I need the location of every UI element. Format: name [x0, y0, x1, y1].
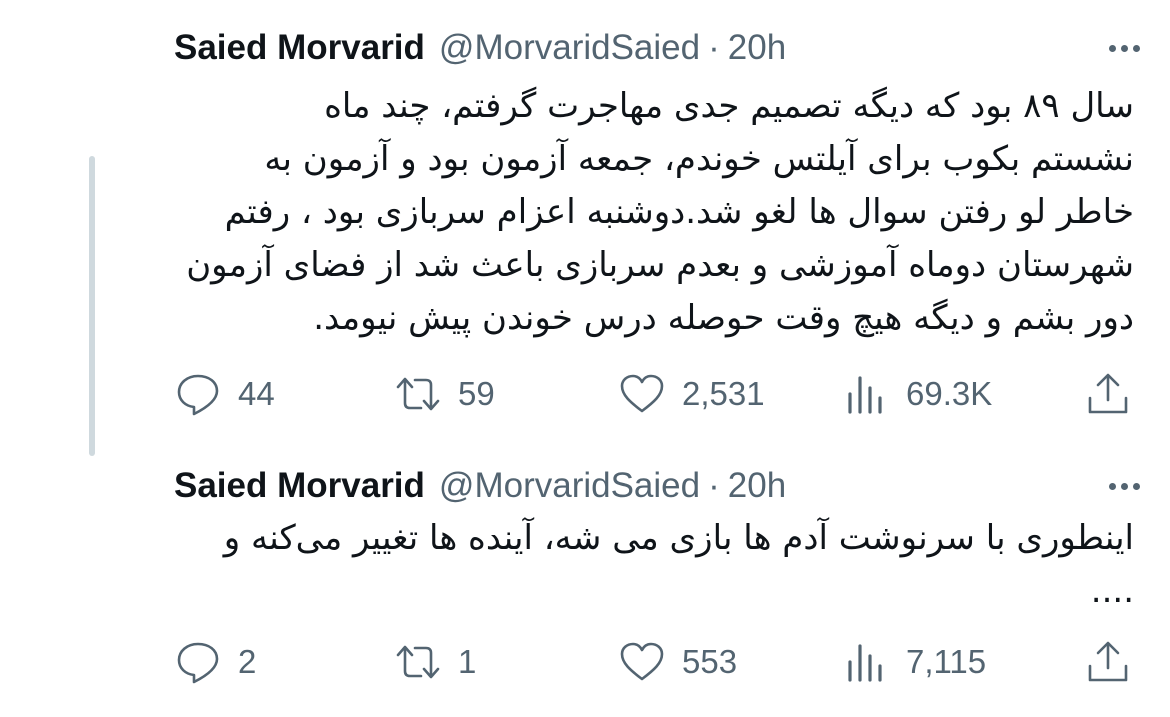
more-dots-icon[interactable]: [1109, 482, 1140, 490]
like-button[interactable]: 553: [618, 632, 737, 692]
tweet-text: سال ۸۹ بود که دیگه تصمیم جدی مهاجرت گرفت…: [186, 86, 1134, 338]
tweet-header: Saied Morvarid @MorvaridSaied · 20h: [174, 462, 1140, 510]
view-count: 69.3K: [906, 375, 993, 412]
author-handle[interactable]: @MorvaridSaied: [439, 462, 700, 510]
retweet-icon: [396, 645, 440, 679]
retweet-button[interactable]: 59: [394, 364, 495, 424]
like-button[interactable]: 2,531: [618, 364, 765, 424]
tweet[interactable]: Saied Morvarid @MorvaridSaied · 20h سال …: [174, 24, 1140, 424]
tweet-header: Saied Morvarid @MorvaridSaied · 20h: [174, 24, 1140, 72]
header-separator: ·: [708, 466, 720, 505]
view-count: 7,115: [906, 643, 987, 680]
header-separator: ·: [708, 28, 720, 67]
heart-icon: [620, 374, 664, 413]
reply-button[interactable]: 2: [174, 632, 256, 692]
thread-connector-line: [89, 156, 95, 456]
retweet-count: 1: [458, 643, 477, 680]
author-name[interactable]: Saied Morvarid: [174, 462, 425, 510]
author-handle[interactable]: @MorvaridSaied: [439, 24, 700, 72]
share-icon: [1088, 641, 1128, 682]
tweet-text: اینطوری با سرنوشت آدم ها بازی می شه، آین…: [223, 518, 1134, 611]
retweet-icon: [396, 377, 440, 411]
retweet-count: 59: [458, 375, 495, 412]
reply-icon: [177, 374, 219, 416]
share-button[interactable]: [1084, 364, 1132, 424]
author-name[interactable]: Saied Morvarid: [174, 24, 425, 72]
more-dots-icon[interactable]: [1109, 44, 1140, 52]
tweet-actions: 2 1 553 7,115: [174, 632, 1134, 692]
views-bar-chart-icon: [848, 644, 882, 682]
tweet-actions: 44 59 2,531 69.3K: [174, 364, 1134, 424]
reply-icon: [177, 642, 219, 684]
like-count: 2,531: [682, 375, 765, 412]
reply-button[interactable]: 44: [174, 364, 275, 424]
tweet-timestamp[interactable]: 20h: [728, 462, 786, 510]
tweet-timestamp[interactable]: 20h: [728, 24, 786, 72]
reply-count: 2: [238, 643, 257, 680]
share-button[interactable]: [1084, 632, 1132, 692]
heart-icon: [620, 642, 664, 681]
views-bar-chart-icon: [848, 376, 882, 414]
views-button[interactable]: 7,115: [842, 632, 986, 692]
views-button[interactable]: 69.3K: [842, 364, 992, 424]
like-count: 553: [682, 643, 738, 680]
tweet[interactable]: Saied Morvarid @MorvaridSaied · 20h اینط…: [174, 462, 1140, 692]
retweet-button[interactable]: 1: [394, 632, 476, 692]
reply-count: 44: [238, 375, 275, 412]
share-icon: [1088, 373, 1128, 414]
